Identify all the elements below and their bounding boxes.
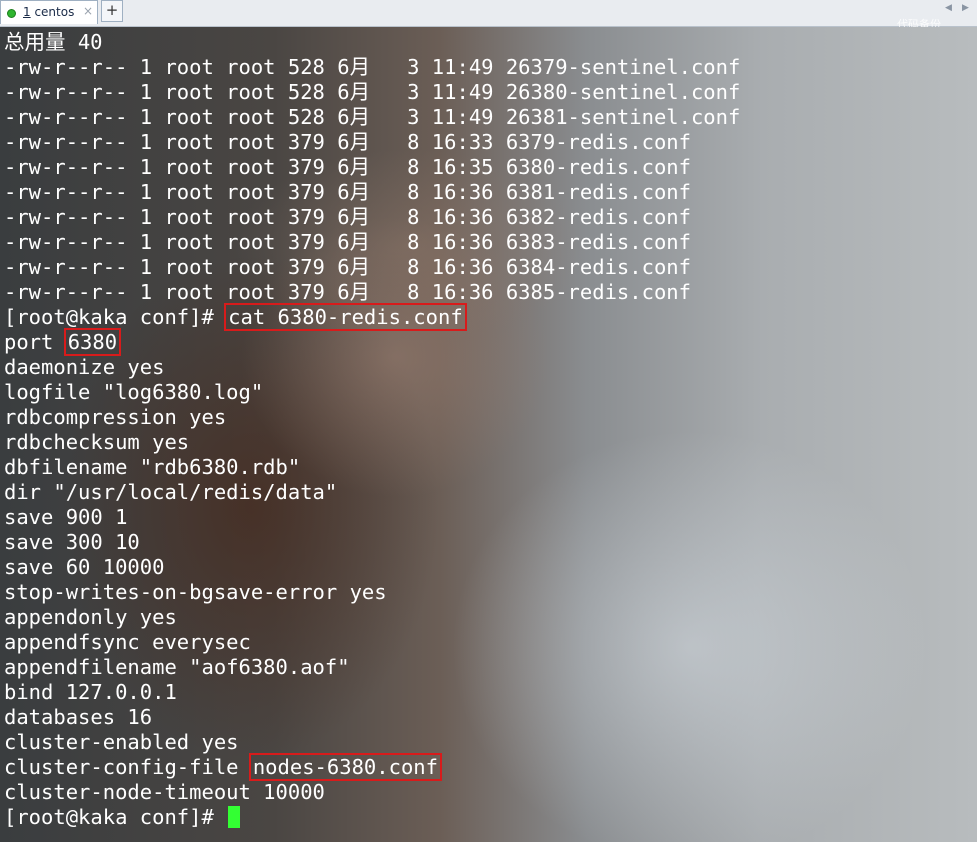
terminal-output: 总用量 40 -rw-r--r-- 1 root root 528 6月 3 1…: [4, 30, 740, 830]
terminal-line: -rw-r--r-- 1 root root 528 6月 3 11:49 26…: [4, 55, 741, 79]
scroll-left-icon[interactable]: ◀: [945, 3, 952, 13]
terminal-line: -rw-r--r-- 1 root root 379 6月 8 16:36 63…: [4, 180, 691, 204]
config-line: databases 16: [4, 705, 153, 729]
terminal-window[interactable]: 总用量 40 -rw-r--r-- 1 root root 528 6月 3 1…: [0, 27, 977, 842]
terminal-line: -rw-r--r-- 1 root root 379 6月 8 16:36 63…: [4, 255, 691, 279]
config-key: port: [4, 330, 66, 354]
config-line: save 300 10: [4, 530, 140, 554]
input-line[interactable]: [root@kaka conf]#: [4, 805, 740, 830]
highlighted-command: cat 6380-redis.conf: [224, 303, 467, 331]
tab-centos[interactable]: 1 centos ×: [0, 0, 98, 24]
shell-prompt: [root@kaka conf]#: [4, 305, 227, 329]
config-line: dir "/usr/local/redis/data": [4, 480, 338, 504]
add-tab-button[interactable]: +: [101, 0, 123, 22]
config-line: appendonly yes: [4, 605, 177, 629]
config-line: rdbchecksum yes: [4, 430, 190, 454]
config-line: stop-writes-on-bgsave-error yes: [4, 580, 387, 604]
config-line-cluster-file: cluster-config-file nodes-6380.conf: [4, 753, 740, 781]
config-line: dbfilename "rdb6380.rdb": [4, 455, 301, 479]
config-line: save 60 10000: [4, 555, 165, 579]
config-line: cluster-enabled yes: [4, 730, 239, 754]
config-line: save 900 1: [4, 505, 128, 529]
config-line-port: port 6380: [4, 328, 740, 356]
close-icon[interactable]: ×: [83, 4, 93, 18]
terminal-line: -rw-r--r-- 1 root root 528 6月 3 11:49 26…: [4, 80, 741, 104]
terminal-line: -rw-r--r-- 1 root root 379 6月 8 16:33 63…: [4, 130, 691, 154]
tab-label: 1 centos: [23, 5, 75, 19]
tab-bar: 1 centos × + ◀ ▶ 代码备份: [0, 0, 977, 31]
config-line: appendfilename "aof6380.aof": [4, 655, 350, 679]
config-line: daemonize yes: [4, 355, 165, 379]
config-line: appendfsync everysec: [4, 630, 251, 654]
highlighted-port-value: 6380: [63, 328, 122, 356]
terminal-cursor: [228, 806, 241, 828]
command-line: [root@kaka conf]# cat 6380-redis.conf: [4, 303, 740, 331]
scroll-right-icon[interactable]: ▶: [962, 3, 969, 13]
config-line: rdbcompression yes: [4, 405, 227, 429]
highlighted-nodes-file: nodes-6380.conf: [248, 753, 442, 781]
connection-status-icon: [7, 9, 16, 18]
config-line: logfile "log6380.log": [4, 380, 264, 404]
shell-prompt: [root@kaka conf]#: [4, 805, 227, 829]
terminal-line: 总用量 40: [4, 30, 103, 54]
terminal-line: -rw-r--r-- 1 root root 379 6月 8 16:35 63…: [4, 155, 691, 179]
terminal-line: -rw-r--r-- 1 root root 379 6月 8 16:36 63…: [4, 280, 691, 304]
terminal-line: -rw-r--r-- 1 root root 379 6月 8 16:36 63…: [4, 230, 691, 254]
config-line: cluster-node-timeout 10000: [4, 780, 325, 804]
terminal-line: -rw-r--r-- 1 root root 379 6月 8 16:36 63…: [4, 205, 691, 229]
config-key: cluster-config-file: [4, 755, 251, 779]
terminal-line: -rw-r--r-- 1 root root 528 6月 3 11:49 26…: [4, 105, 741, 129]
config-line: bind 127.0.0.1: [4, 680, 177, 704]
